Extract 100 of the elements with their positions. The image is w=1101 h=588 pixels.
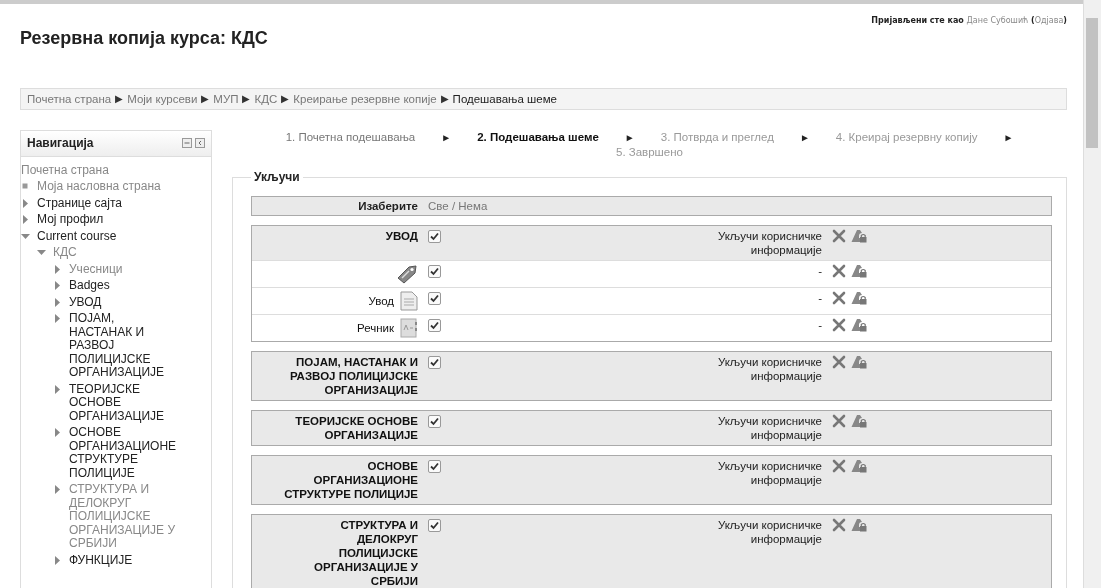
dock-icon[interactable]	[195, 138, 205, 148]
userinfo-label: Укључи корисничке информације	[716, 459, 822, 487]
userinfo-label: Укључи корисничке информације	[716, 414, 822, 442]
close-icon[interactable]	[832, 459, 846, 473]
collapsed-arrow-icon[interactable]	[53, 485, 62, 494]
nav-item[interactable]: Мој профил	[37, 213, 104, 227]
wizard-step: 1. Почетна подешавања	[285, 130, 416, 145]
lock-icon[interactable]	[851, 229, 867, 243]
separator-icon: ▶	[115, 93, 124, 105]
nav-item[interactable]: КДС	[53, 246, 77, 260]
nav-item[interactable]: ОСНОВЕ ОРГАНИЗАЦИОНЕ СТРУКТУРЕ ПОЛИЦИЈЕ	[69, 426, 179, 480]
wizard-step: 3. Потврда и преглед	[660, 130, 774, 145]
checkbox[interactable]	[428, 415, 441, 428]
userinfo-value: -	[818, 264, 822, 278]
section-title: СТРУКТУРА И ДЕЛОКРУГ ПОЛИЦИЈСКЕ ОРГАНИЗАЦИЈЕ У СРБИЈИ	[313, 518, 418, 588]
scrollbar[interactable]	[1083, 0, 1101, 588]
breadcrumb-link[interactable]: МУП	[213, 93, 239, 105]
checkbox[interactable]	[428, 319, 441, 332]
lock-icon[interactable]	[851, 414, 867, 428]
close-icon[interactable]	[832, 518, 846, 532]
lock-icon[interactable]	[851, 318, 867, 332]
collapsed-arrow-icon[interactable]	[53, 281, 62, 290]
arrow-icon: ►	[624, 130, 635, 145]
breadcrumb-link[interactable]: Моји курсеви	[127, 93, 198, 105]
checkbox[interactable]	[428, 230, 441, 243]
separator-icon: ▶	[201, 93, 210, 105]
checkbox[interactable]	[428, 460, 441, 473]
expanded-arrow-icon[interactable]	[21, 231, 30, 241]
close-icon[interactable]	[832, 414, 846, 428]
collapsed-arrow-icon[interactable]	[21, 215, 30, 224]
close-icon[interactable]	[832, 291, 846, 305]
nav-item[interactable]: ФУНКЦИЈЕ	[69, 553, 133, 567]
userinfo-value: -	[818, 318, 822, 332]
collapsed-arrow-icon[interactable]	[21, 198, 30, 208]
wizard-step: 4. Креирај резервну копију	[835, 130, 978, 145]
tag-icon	[396, 264, 418, 284]
scroll-thumb[interactable]	[1086, 18, 1098, 148]
login-info: Пријављени сте као Дане Субошић (Одјава)	[871, 16, 1067, 25]
select-all-link[interactable]: Све	[428, 200, 449, 212]
nav-item[interactable]: ПОЈАМ, НАСТАНАК И РАЗВОЈ ПОЛИЦИЈСКЕ ОРГАНИЗАЦИЈЕ	[69, 312, 179, 380]
nav-item[interactable]: Badges	[69, 279, 110, 293]
nav-item[interactable]: Почетна страна	[21, 163, 109, 177]
lock-icon[interactable]	[851, 459, 867, 473]
checkbox[interactable]	[428, 356, 441, 369]
close-icon[interactable]	[832, 318, 846, 332]
checkbox[interactable]	[428, 519, 441, 532]
select-label: Изаберите	[357, 200, 418, 212]
wizard-step: 5. Завршено	[616, 145, 683, 160]
glossary-icon	[400, 318, 418, 338]
collapsed-arrow-icon[interactable]	[53, 264, 62, 274]
lock-icon[interactable]	[851, 518, 867, 532]
checkbox[interactable]	[428, 292, 441, 305]
breadcrumb-link[interactable]: КДС	[254, 93, 278, 105]
collapsed-arrow-icon[interactable]	[53, 428, 62, 437]
collapsed-arrow-icon[interactable]	[53, 297, 62, 307]
nav-item[interactable]: Моја насловна страна	[37, 180, 161, 194]
activity-name: Речник	[357, 321, 394, 335]
nav-item[interactable]: СТРУКТУРА И ДЕЛОКРУГ ПОЛИЦИЈСКЕ ОРГАНИЗАЦИЈЕ У СРБИЈИ	[69, 483, 179, 551]
user-link[interactable]: Дане Субошић	[966, 16, 1029, 25]
nav-item[interactable]: Current course	[37, 229, 117, 243]
separator-icon: ▶	[281, 93, 290, 105]
nav-item[interactable]: ТЕОРИЈСКЕ ОСНОВЕ ОРГАНИЗАЦИЈЕ	[69, 382, 179, 423]
minimize-icon[interactable]	[182, 138, 192, 148]
section-title: ТЕОРИЈСКЕ ОСНОВЕ ОРГАНИЗАЦИЈЕ	[294, 414, 418, 442]
collapsed-arrow-icon[interactable]	[53, 314, 62, 323]
collapsed-arrow-icon[interactable]	[53, 384, 62, 394]
lock-icon[interactable]	[851, 291, 867, 305]
nav-item[interactable]: Странице сајта	[37, 196, 122, 210]
userinfo-value: -	[818, 291, 822, 305]
select-none-link[interactable]: Нема	[458, 200, 488, 212]
lock-icon[interactable]	[851, 264, 867, 278]
wizard-step: 2. Подешавања шеме	[477, 130, 599, 145]
page-icon	[400, 291, 418, 311]
breadcrumb-link[interactable]: Почетна страна	[27, 93, 112, 105]
section-title: ОСНОВЕ ОРГАНИЗАЦИОНЕ СТРУКТУРЕ ПОЛИЦИЈЕ	[283, 459, 418, 501]
block-title: Навигација	[27, 136, 94, 150]
bullet-icon	[21, 182, 30, 191]
breadcrumb-link[interactable]: Креирање резервне копије	[293, 93, 437, 105]
checkbox[interactable]	[428, 265, 441, 278]
logout-link[interactable]: Одјава	[1034, 16, 1064, 25]
page-title: Резервна копија курса: КДС	[20, 28, 268, 49]
arrow-icon: ►	[1003, 130, 1014, 145]
nav-item[interactable]: Учесници	[69, 262, 123, 276]
section-title: ПОЈАМ, НАСТАНАК И РАЗВОЈ ПОЛИЦИЈСКЕ ОРГАНИЗАЦИЈЕ	[288, 355, 418, 397]
lock-icon[interactable]	[851, 355, 867, 369]
arrow-icon: ►	[799, 130, 810, 145]
fieldset-legend: Укључи	[251, 170, 303, 184]
nav-item[interactable]: УВОД	[69, 295, 102, 309]
collapsed-arrow-icon[interactable]	[53, 555, 62, 565]
userinfo-label: Укључи корисничке информације	[716, 518, 822, 546]
slash-text: /	[451, 200, 456, 212]
activity-name: Увод	[368, 294, 394, 308]
separator-icon: ▶	[242, 93, 251, 105]
close-icon[interactable]	[832, 264, 846, 278]
separator-icon: ▶	[440, 93, 449, 105]
userinfo-label: Укључи корисничке информације	[716, 229, 822, 257]
close-icon[interactable]	[832, 229, 846, 243]
expanded-arrow-icon[interactable]	[37, 248, 46, 257]
section-title: УВОД	[385, 229, 418, 243]
close-icon[interactable]	[832, 355, 846, 369]
